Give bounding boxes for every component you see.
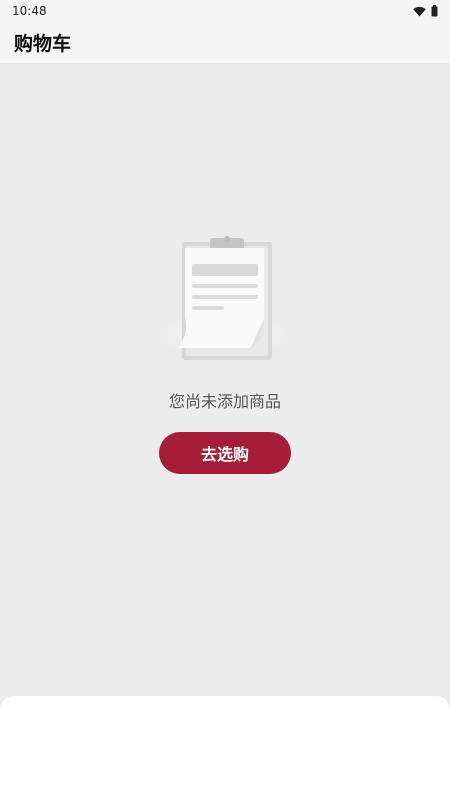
- cart-content: [0, 64, 450, 700]
- clipboard-icon: [143, 236, 307, 360]
- wifi-icon: [413, 6, 426, 16]
- page-title: 购物车: [14, 33, 72, 55]
- battery-icon: [431, 5, 438, 17]
- empty-cart-message: 您尚未添加商品: [168, 392, 281, 411]
- bottom-sheet: [0, 696, 450, 800]
- status-icons: [413, 5, 438, 17]
- go-shopping-button[interactable]: 去选购: [159, 432, 291, 474]
- status-bar: 10:48: [0, 0, 450, 22]
- app-header: 购物车: [0, 22, 450, 64]
- status-time: 10:48: [12, 4, 47, 18]
